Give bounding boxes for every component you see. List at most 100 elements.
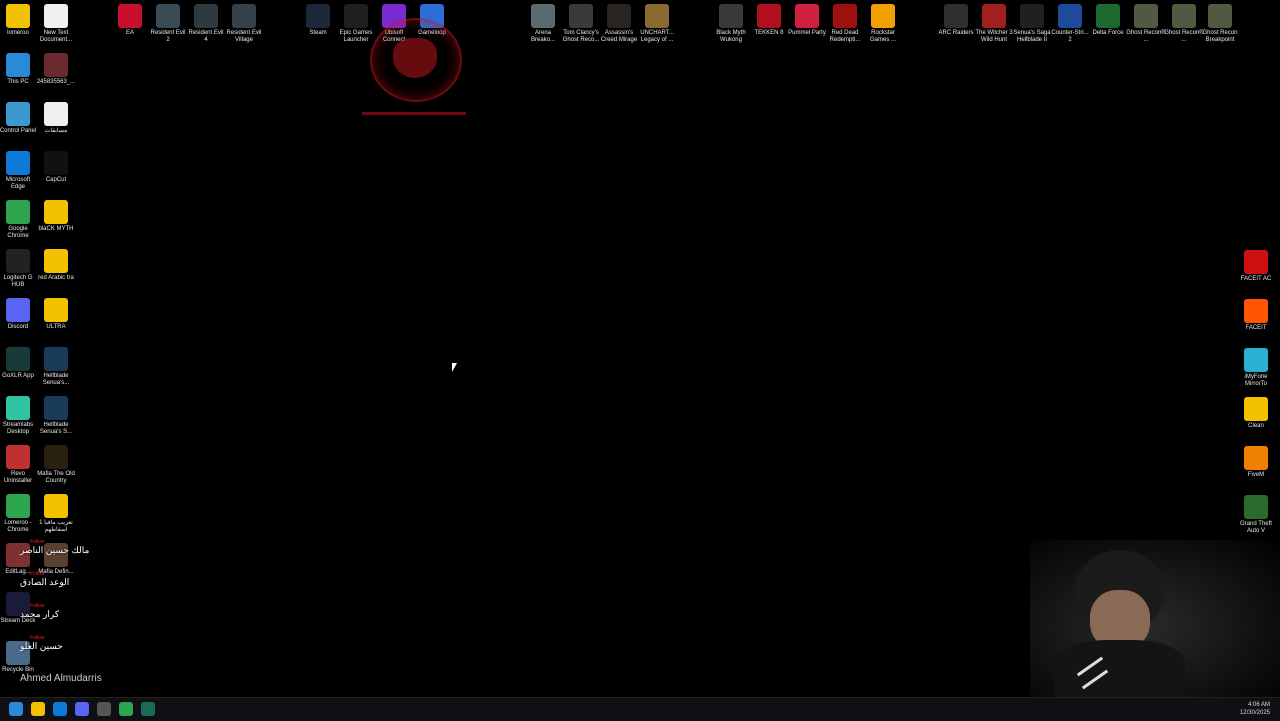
shortcut-label: تعريب مافيا 1 اسقاطهم bbox=[39, 520, 73, 533]
resident-evil-village-icon bbox=[232, 4, 256, 28]
chrome-icon bbox=[6, 200, 30, 224]
desktop-shortcut[interactable]: Microsoft Edge bbox=[0, 151, 38, 191]
counter-strike-icon bbox=[1058, 4, 1082, 28]
desktop-shortcut[interactable]: Clean bbox=[1236, 397, 1276, 430]
desktop-shortcut[interactable]: مسابقات bbox=[36, 102, 76, 135]
desktop-shortcut[interactable]: تعريب مافيا 1 اسقاطهم bbox=[36, 494, 76, 534]
goxlr-icon bbox=[6, 347, 30, 371]
desktop-shortcut[interactable]: lomeroo bbox=[0, 4, 38, 37]
desktop-shortcut[interactable]: The Witcher 3 Wild Hunt bbox=[974, 4, 1014, 44]
desktop-shortcut[interactable]: Resident Evil Village bbox=[224, 4, 264, 44]
desktop-shortcut[interactable]: Rockstar Games ... bbox=[863, 4, 903, 44]
desktop-shortcut[interactable]: Discord bbox=[0, 298, 38, 331]
resident-evil-4-icon bbox=[194, 4, 218, 28]
desktop-shortcut[interactable]: CapCut bbox=[36, 151, 76, 184]
shortcut-label: CapCut bbox=[45, 177, 67, 183]
store-icon[interactable] bbox=[97, 702, 111, 716]
edge-icon bbox=[6, 151, 30, 175]
red-dead-icon bbox=[833, 4, 857, 28]
desktop-shortcut[interactable]: Revo Uninstaller bbox=[0, 445, 38, 485]
revo-icon bbox=[6, 445, 30, 469]
desktop-shortcut[interactable]: Ghost Recon® ... bbox=[1164, 4, 1204, 44]
discord-icon[interactable] bbox=[75, 702, 89, 716]
desktop-shortcut[interactable]: ARC Raiders bbox=[936, 4, 976, 37]
fivem-icon bbox=[1244, 446, 1268, 470]
desktop-shortcut[interactable]: Mafia The Old Country bbox=[36, 445, 76, 485]
shortcut-label: Microsoft Edge bbox=[5, 177, 31, 190]
desktop-shortcut[interactable]: Red Dead Redempti... bbox=[825, 4, 865, 44]
desktop-shortcut[interactable]: Hellblade Senua's S... bbox=[36, 396, 76, 436]
shortcut-label: ULTRA bbox=[46, 324, 66, 330]
shortcut-label: Streamlabs Desktop bbox=[2, 422, 34, 435]
desktop-shortcut[interactable]: GoXLR App bbox=[0, 347, 38, 380]
shortcut-label: GoXLR App bbox=[2, 373, 34, 379]
desktop-shortcut[interactable]: FACEIT bbox=[1236, 299, 1276, 332]
discord-icon bbox=[6, 298, 30, 322]
chrome-icon[interactable] bbox=[119, 702, 133, 716]
desktop-shortcut[interactable]: UNCHART... Legacy of ... bbox=[637, 4, 677, 44]
desktop-shortcut[interactable]: blaCK MYTH bbox=[36, 200, 76, 233]
shortcut-label: New Text Document... bbox=[39, 30, 73, 43]
rockstar-icon bbox=[871, 4, 895, 28]
capcut-icon bbox=[44, 151, 68, 175]
desktop-shortcut[interactable]: Tom Clancy's Ghost Reco... bbox=[561, 4, 601, 44]
shortcut-label: FACEIT AC bbox=[1240, 276, 1272, 282]
desktop-shortcut[interactable]: Senua's Saga Hellblade II bbox=[1012, 4, 1052, 44]
desktop-shortcut[interactable]: ULTRA bbox=[36, 298, 76, 331]
desktop-shortcut[interactable]: Streamlabs Desktop bbox=[0, 396, 38, 436]
shortcut-label: Delta Force bbox=[1092, 30, 1124, 36]
desktop-shortcut[interactable]: Control Panel bbox=[0, 102, 38, 135]
desktop-shortcut[interactable]: FACEIT AC bbox=[1236, 250, 1276, 283]
hellblade-icon bbox=[44, 347, 68, 371]
desktop-shortcut[interactable]: Resident Evil 4 bbox=[186, 4, 226, 44]
shortcut-label: lomeroo bbox=[7, 30, 29, 36]
desktop-shortcut[interactable]: Resident Evil 2 bbox=[148, 4, 188, 44]
desktop-shortcut[interactable]: Hellblade Senua's... bbox=[36, 347, 76, 387]
hellblade-2-icon bbox=[1020, 4, 1044, 28]
desktop-shortcut[interactable]: Delta Force bbox=[1088, 4, 1128, 37]
assassins-creed-icon bbox=[607, 4, 631, 28]
desktop-shortcut[interactable]: This PC bbox=[0, 53, 38, 86]
shortcut-label: Logitech G HUB bbox=[3, 275, 33, 288]
desktop-shortcut[interactable]: Logitech G HUB bbox=[0, 249, 38, 289]
shortcut-label: Assassin's Creed Mirage bbox=[600, 30, 638, 43]
desktop-shortcut[interactable]: EA bbox=[110, 4, 150, 37]
desktop-shortcut[interactable]: Black Myth Wukong bbox=[711, 4, 751, 44]
desktop-shortcut[interactable]: 245835563_... bbox=[36, 53, 76, 86]
desktop-shortcut[interactable]: Arena Breako... bbox=[523, 4, 563, 44]
desktop-shortcut[interactable]: TEKKEN 8 bbox=[749, 4, 789, 37]
desktop-shortcut[interactable]: Pummel Party bbox=[787, 4, 827, 37]
file-explorer-icon[interactable] bbox=[31, 702, 45, 716]
donation-name: كرار محمد bbox=[20, 609, 60, 619]
shortcut-label: Mafia The Old Country bbox=[37, 471, 75, 484]
loading-overlay-logo bbox=[393, 38, 437, 78]
desktop-shortcut[interactable]: Counter-Stri... 2 bbox=[1050, 4, 1090, 44]
desktop-shortcut[interactable]: New Text Document... bbox=[36, 4, 76, 44]
windows-start-icon[interactable] bbox=[9, 702, 23, 716]
desktop-shortcut[interactable]: Assassin's Creed Mirage bbox=[599, 4, 639, 44]
shortcut-label: Red Dead Redempti... bbox=[829, 30, 861, 43]
image-file-icon bbox=[44, 53, 68, 77]
desktop-shortcut[interactable]: Ghost Recon Breakpoint bbox=[1200, 4, 1240, 44]
desktop-shortcut[interactable]: Grand Theft Auto V bbox=[1236, 495, 1276, 535]
text-document-icon bbox=[44, 4, 68, 28]
shortcut-label: Lomeroo - Chrome bbox=[4, 520, 32, 533]
desktop-shortcut[interactable]: Steam bbox=[298, 4, 338, 37]
edge-icon[interactable] bbox=[53, 702, 67, 716]
shortcut-label: مسابقات bbox=[44, 128, 68, 134]
shortcut-label: Epic Games Launcher bbox=[339, 30, 373, 43]
desktop-shortcut[interactable]: FiveM bbox=[1236, 446, 1276, 479]
streamer-name: Ahmed Almudarris bbox=[20, 673, 102, 684]
system-clock[interactable]: 4:06 AM 12/30/2025 bbox=[1240, 701, 1270, 717]
arc-raiders-icon bbox=[944, 4, 968, 28]
desktop-shortcut[interactable]: Google Chrome bbox=[0, 200, 38, 240]
desktop-shortcut[interactable]: Epic Games Launcher bbox=[336, 4, 376, 44]
ea-icon bbox=[118, 4, 142, 28]
desktop-shortcut[interactable]: Lomeroo - Chrome bbox=[0, 494, 38, 534]
desktop-shortcut[interactable]: iMyFone MirrorTo bbox=[1236, 348, 1276, 388]
goxlr-icon[interactable] bbox=[141, 702, 155, 716]
shortcut-label: red Arabic tra bbox=[38, 275, 74, 281]
desktop-shortcut[interactable]: red Arabic tra bbox=[36, 249, 76, 282]
desktop-shortcut[interactable]: Ghost Recon® ... bbox=[1126, 4, 1166, 44]
follow-tag: Follow bbox=[30, 539, 45, 545]
